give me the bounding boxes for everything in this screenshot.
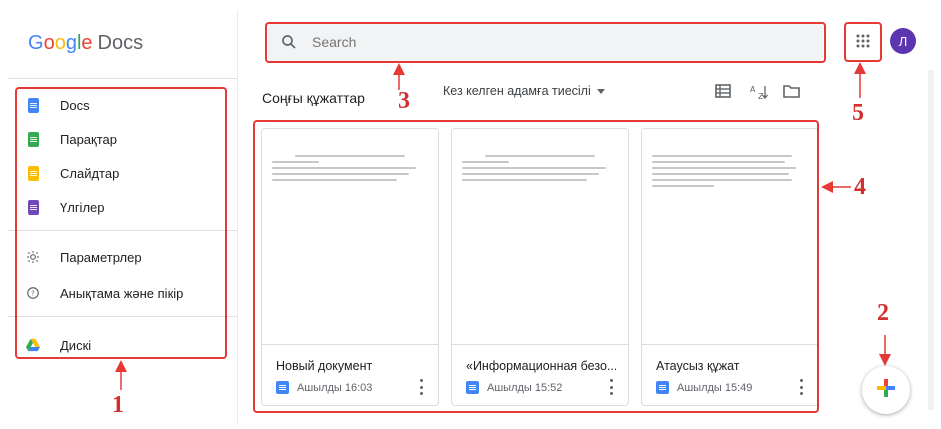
logo-letter: G [28,32,44,54]
annotation-box-4 [253,120,819,413]
svg-text:A: A [750,85,756,94]
folder-icon[interactable] [783,84,801,100]
app-logo[interactable]: Google Docs [28,32,143,55]
annotation-label-3: 3 [398,88,410,114]
logo-product: Docs [97,32,144,54]
annotation-box-5 [844,22,882,62]
plus-icon [874,376,898,405]
chevron-down-icon [596,88,605,94]
annotation-label-2: 2 [877,300,889,326]
sort-az-icon[interactable]: AZ [750,84,768,101]
owner-filter-dropdown[interactable]: Кез келген адамға тиесілі [443,84,605,98]
annotation-box-3 [265,22,826,63]
section-title: Соңғы құжаттар [262,90,365,106]
owner-filter-label: Кез келген адамға тиесілі [443,84,591,98]
logo-letter: e [81,32,93,54]
list-view-icon[interactable] [715,84,733,100]
annotation-label-4: 4 [854,174,866,200]
avatar[interactable]: Л [890,28,916,54]
new-document-button[interactable] [862,366,910,414]
annotation-label-1: 1 [112,392,124,418]
divider [8,78,238,79]
scrollbar[interactable] [928,70,934,410]
logo-letter: o [43,32,55,54]
annotation-label-5: 5 [852,100,864,126]
logo-letter: o [54,32,66,54]
annotation-box-1 [15,87,227,359]
logo-letter: g [65,32,77,54]
